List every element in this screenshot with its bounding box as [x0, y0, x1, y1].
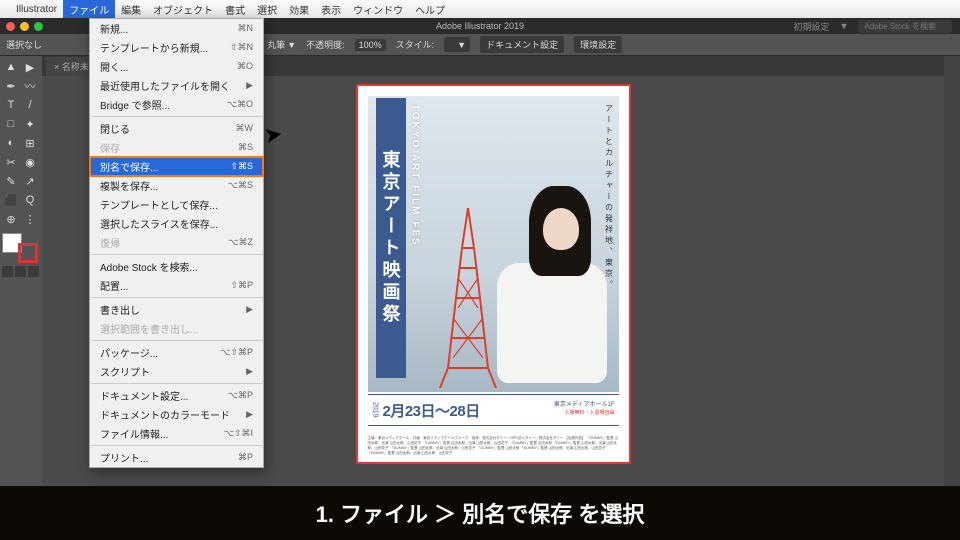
menu-item[interactable]: テンプレートから新規...⇧⌘N: [90, 38, 263, 57]
tool-rotate[interactable]: ◐: [2, 134, 20, 152]
menu-item[interactable]: パッケージ...⌥⇧⌘P: [90, 343, 263, 362]
tool-scissors[interactable]: ✂: [2, 153, 20, 171]
poster-date-band: 2019 2月23日〜28日 東京メディアホール1F入場無料・入退場自由: [368, 394, 619, 426]
opacity-value[interactable]: 100%: [355, 39, 386, 51]
menu-item[interactable]: テンプレートとして保存...: [90, 195, 263, 214]
menu-select[interactable]: 選択: [257, 2, 277, 17]
menu-item[interactable]: プリント...⌘P: [90, 448, 263, 467]
menu-item[interactable]: 選択したスライスを保存...: [90, 214, 263, 233]
tools-panel: ▲ ▶ ✒ 〰 T / □ ✦ ◐ ⊞ ✂ ◉ ✎ ↗ ⬛ Q ⊕ ⋮: [0, 56, 42, 486]
window-title: Adobe Illustrator 2019: [436, 21, 524, 31]
tool-eyedrop[interactable]: ↗: [21, 172, 39, 190]
menu-item[interactable]: 書き出し▶: [90, 300, 263, 319]
macos-menubar: Illustrator ファイル 編集 オブジェクト 書式 選択 効果 表示 ウ…: [0, 0, 960, 18]
draw-modes[interactable]: [2, 266, 40, 277]
tool-pencil[interactable]: ✎: [2, 172, 20, 190]
tool-pen[interactable]: ✒: [2, 77, 20, 95]
menu-edit[interactable]: 編集: [121, 2, 141, 17]
artboard: 東京アート映画祭 TOKYO ART FILM FES アートとカルチャーの発祥…: [356, 84, 631, 464]
tokyo-tower-graphic: [438, 208, 498, 388]
style-label: スタイル:: [396, 38, 435, 51]
tool-selection[interactable]: ▲: [2, 58, 20, 76]
menu-type[interactable]: 書式: [225, 2, 245, 17]
tool-more[interactable]: ⋮: [21, 210, 39, 228]
tutorial-caption: 1. ファイル ＞ 別名で保存 を選択: [0, 486, 960, 540]
menu-help[interactable]: ヘルプ: [415, 2, 445, 17]
traffic-lights[interactable]: [6, 22, 43, 31]
no-selection-label: 選択なし: [6, 38, 42, 51]
menu-item[interactable]: 別名で保存...⇧⌘S: [90, 157, 263, 176]
menu-item[interactable]: 複製を保存...⌥⌘S: [90, 176, 263, 195]
file-menu-dropdown: 新規...⌘Nテンプレートから新規...⇧⌘N開く...⌘O最近使用したファイル…: [89, 18, 264, 468]
opacity-label: 不透明度:: [306, 38, 345, 51]
workspace-switcher[interactable]: 初期設定: [793, 20, 829, 33]
poster-jp-title: 東京アート映画祭: [376, 98, 406, 378]
menu-object[interactable]: オブジェクト: [153, 2, 213, 17]
doc-setup-button[interactable]: ドキュメント設定: [480, 36, 564, 53]
menu-item[interactable]: Adobe Stock を検索...: [90, 257, 263, 276]
menu-item[interactable]: 開く...⌘O: [90, 57, 263, 76]
menu-item[interactable]: ファイル情報...⌥⇧⌘I: [90, 424, 263, 443]
menu-window[interactable]: ウィンドウ: [353, 2, 403, 17]
prefs-button[interactable]: 環境設定: [574, 36, 622, 53]
tool-scale[interactable]: ⊞: [21, 134, 39, 152]
tool-hand[interactable]: ⊕: [2, 210, 20, 228]
stock-search[interactable]: Adobe Stock を検索: [858, 20, 952, 33]
menu-item: 選択範囲を書き出し...: [90, 319, 263, 338]
poster-credits: 主催：東京メディアホール 共催：東京メディアホールグループ 協賛：株式会社ダミー…: [368, 436, 619, 456]
menu-item[interactable]: 配置...⇧⌘P: [90, 276, 263, 295]
right-panel-strip[interactable]: [944, 56, 960, 486]
menu-item[interactable]: Bridge で参照...⌥⌘O: [90, 95, 263, 114]
tool-rect[interactable]: □: [2, 115, 20, 133]
fill-stroke-swatch[interactable]: [2, 233, 40, 263]
tool-line[interactable]: /: [21, 96, 39, 114]
person-graphic: [491, 168, 611, 388]
tool-artboard[interactable]: ⬛: [2, 191, 20, 209]
tool-curve[interactable]: 〰: [21, 77, 39, 95]
menu-app[interactable]: Illustrator: [16, 4, 57, 15]
menu-item[interactable]: スクリプト▶: [90, 362, 263, 381]
menu-item[interactable]: 新規...⌘N: [90, 19, 263, 38]
menu-item[interactable]: ドキュメントのカラーモード▶: [90, 405, 263, 424]
tool-type[interactable]: T: [2, 96, 20, 114]
menu-item: 復帰⌥⌘Z: [90, 233, 263, 252]
menu-item[interactable]: 最近使用したファイルを開く▶: [90, 76, 263, 95]
poster-en-title: TOKYO ART FILM FES: [410, 104, 421, 247]
tool-brush[interactable]: ✦: [21, 115, 39, 133]
menu-item[interactable]: ドキュメント設定...⌥⌘P: [90, 386, 263, 405]
menu-file[interactable]: ファイル: [63, 0, 115, 19]
poster-tagline: アートとカルチャーの発祥地、東京。: [604, 104, 615, 291]
tool-gradient[interactable]: ◉: [21, 153, 39, 171]
menu-item: 保存⌘S: [90, 138, 263, 157]
tool-zoom[interactable]: Q: [21, 191, 39, 209]
tool-direct[interactable]: ▶: [21, 58, 39, 76]
style-swatch[interactable]: ▼: [444, 37, 470, 52]
menu-item[interactable]: 閉じる⌘W: [90, 119, 263, 138]
menu-effect[interactable]: 効果: [289, 2, 309, 17]
menu-view[interactable]: 表示: [321, 2, 341, 17]
